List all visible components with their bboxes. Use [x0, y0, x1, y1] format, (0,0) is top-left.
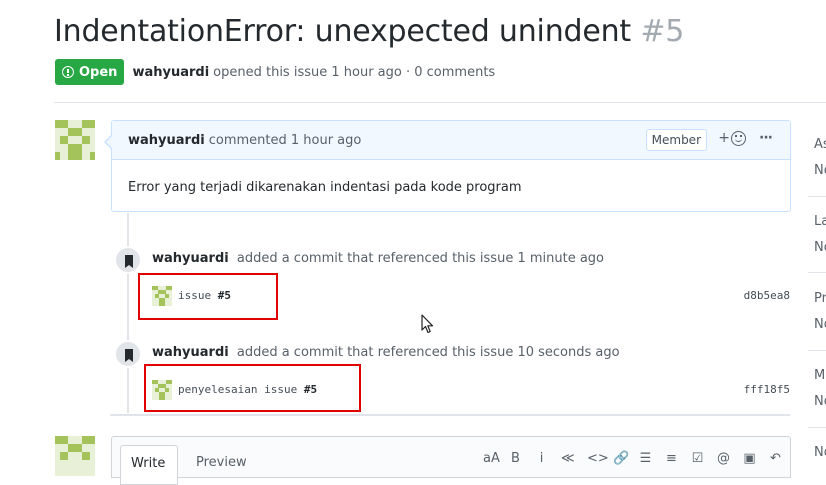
sidebar-labels-heading[interactable]: La: [814, 214, 826, 229]
ordered-list-icon[interactable]: ≡: [665, 451, 678, 466]
sidebar-divider: [808, 272, 826, 273]
comment-time[interactable]: commented 1 hour ago: [209, 133, 362, 148]
sidebar-assignees-value: No: [814, 163, 826, 178]
event-description: added a commit that referenced this issu…: [236, 251, 605, 266]
mention-icon[interactable]: @: [717, 451, 730, 466]
quote-icon[interactable]: ≪: [561, 451, 575, 466]
sidebar-labels-value: No: [814, 240, 826, 255]
comment-body: Error yang terjadi dikarenakan indentasi…: [128, 180, 522, 195]
italic-icon[interactable]: i: [535, 451, 548, 466]
bookmark-icon: [114, 246, 142, 274]
header-divider: [54, 102, 826, 103]
tab-write[interactable]: Write: [120, 445, 178, 485]
sidebar-milestone-heading[interactable]: M: [814, 368, 825, 383]
timeline-end-divider: [110, 414, 790, 416]
tab-preview[interactable]: Preview: [196, 455, 247, 470]
bold-icon[interactable]: B: [509, 451, 522, 466]
issue-meta-text: opened this issue 1 hour ago · 0 comment…: [213, 64, 496, 80]
comment-author-link[interactable]: wahyuardi: [128, 133, 205, 148]
event-actor-link[interactable]: wahyuardi: [152, 251, 229, 266]
avatar[interactable]: [55, 120, 95, 160]
sidebar-divider: [808, 427, 826, 428]
plus-label: +: [718, 130, 730, 146]
timeline-line: [127, 213, 129, 413]
add-reaction-button[interactable]: +: [718, 130, 746, 146]
highlight-box: [138, 273, 278, 320]
sidebar-divider: [808, 196, 826, 197]
task-list-icon[interactable]: ☑: [691, 451, 704, 466]
issue-author-link[interactable]: wahyuardi: [132, 65, 209, 80]
bookmark-icon: [114, 340, 142, 368]
reply-icon[interactable]: ↶: [769, 451, 782, 466]
more-options-button[interactable]: ···: [759, 130, 773, 146]
avatar[interactable]: [55, 436, 95, 476]
issue-title-text: IndentationError: unexpected unindent: [54, 14, 631, 49]
markdown-toolbar: aA B i ≪ <> 🔗 ☰ ≡ ☑ @ ▣ ↶: [483, 451, 782, 466]
state-label: Open: [79, 64, 118, 80]
issue-opened-icon: [62, 66, 74, 78]
commit-sha-link[interactable]: d8b5ea8: [744, 289, 790, 302]
event-text: wahyuardi added a commit that referenced…: [152, 251, 604, 266]
event-description: added a commit that referenced this issu…: [236, 345, 620, 360]
commit-sha-link[interactable]: fff18f5: [744, 383, 790, 396]
comment-header: wahyuardi commented 1 hour ago Member + …: [112, 121, 790, 160]
event-text: wahyuardi added a commit that referenced…: [152, 345, 620, 360]
new-comment-editor: Write Preview aA B i ≪ <> 🔗 ☰ ≡ ☑ @ ▣ ↶: [111, 436, 791, 485]
sidebar-projects-heading[interactable]: Pr: [814, 291, 826, 306]
event-actor-link[interactable]: wahyuardi: [152, 345, 229, 360]
bookmark-toolbar-icon[interactable]: ▣: [743, 451, 756, 466]
sidebar-assignees-heading[interactable]: As: [814, 137, 826, 152]
issue-number: #5: [640, 14, 685, 49]
issue-title: IndentationError: unexpected unindent #5: [54, 14, 684, 49]
comment-box: wahyuardi commented 1 hour ago Member + …: [104, 120, 791, 212]
sidebar-notifications-heading[interactable]: No: [814, 445, 826, 460]
sidebar-milestone-value: No: [814, 394, 826, 409]
smiley-icon: [731, 130, 746, 146]
state-badge: Open: [55, 59, 125, 85]
sidebar-divider: [808, 350, 826, 351]
link-icon[interactable]: 🔗: [613, 451, 629, 466]
unordered-list-icon[interactable]: ☰: [639, 451, 652, 466]
code-icon[interactable]: <>: [587, 451, 609, 466]
member-badge: Member: [645, 129, 707, 151]
header-text-icon[interactable]: aA: [483, 451, 500, 466]
sidebar-projects-value: No: [814, 317, 826, 332]
issue-meta: Open wahyuardi opened this issue 1 hour …: [55, 59, 495, 85]
highlight-box: [144, 364, 361, 412]
